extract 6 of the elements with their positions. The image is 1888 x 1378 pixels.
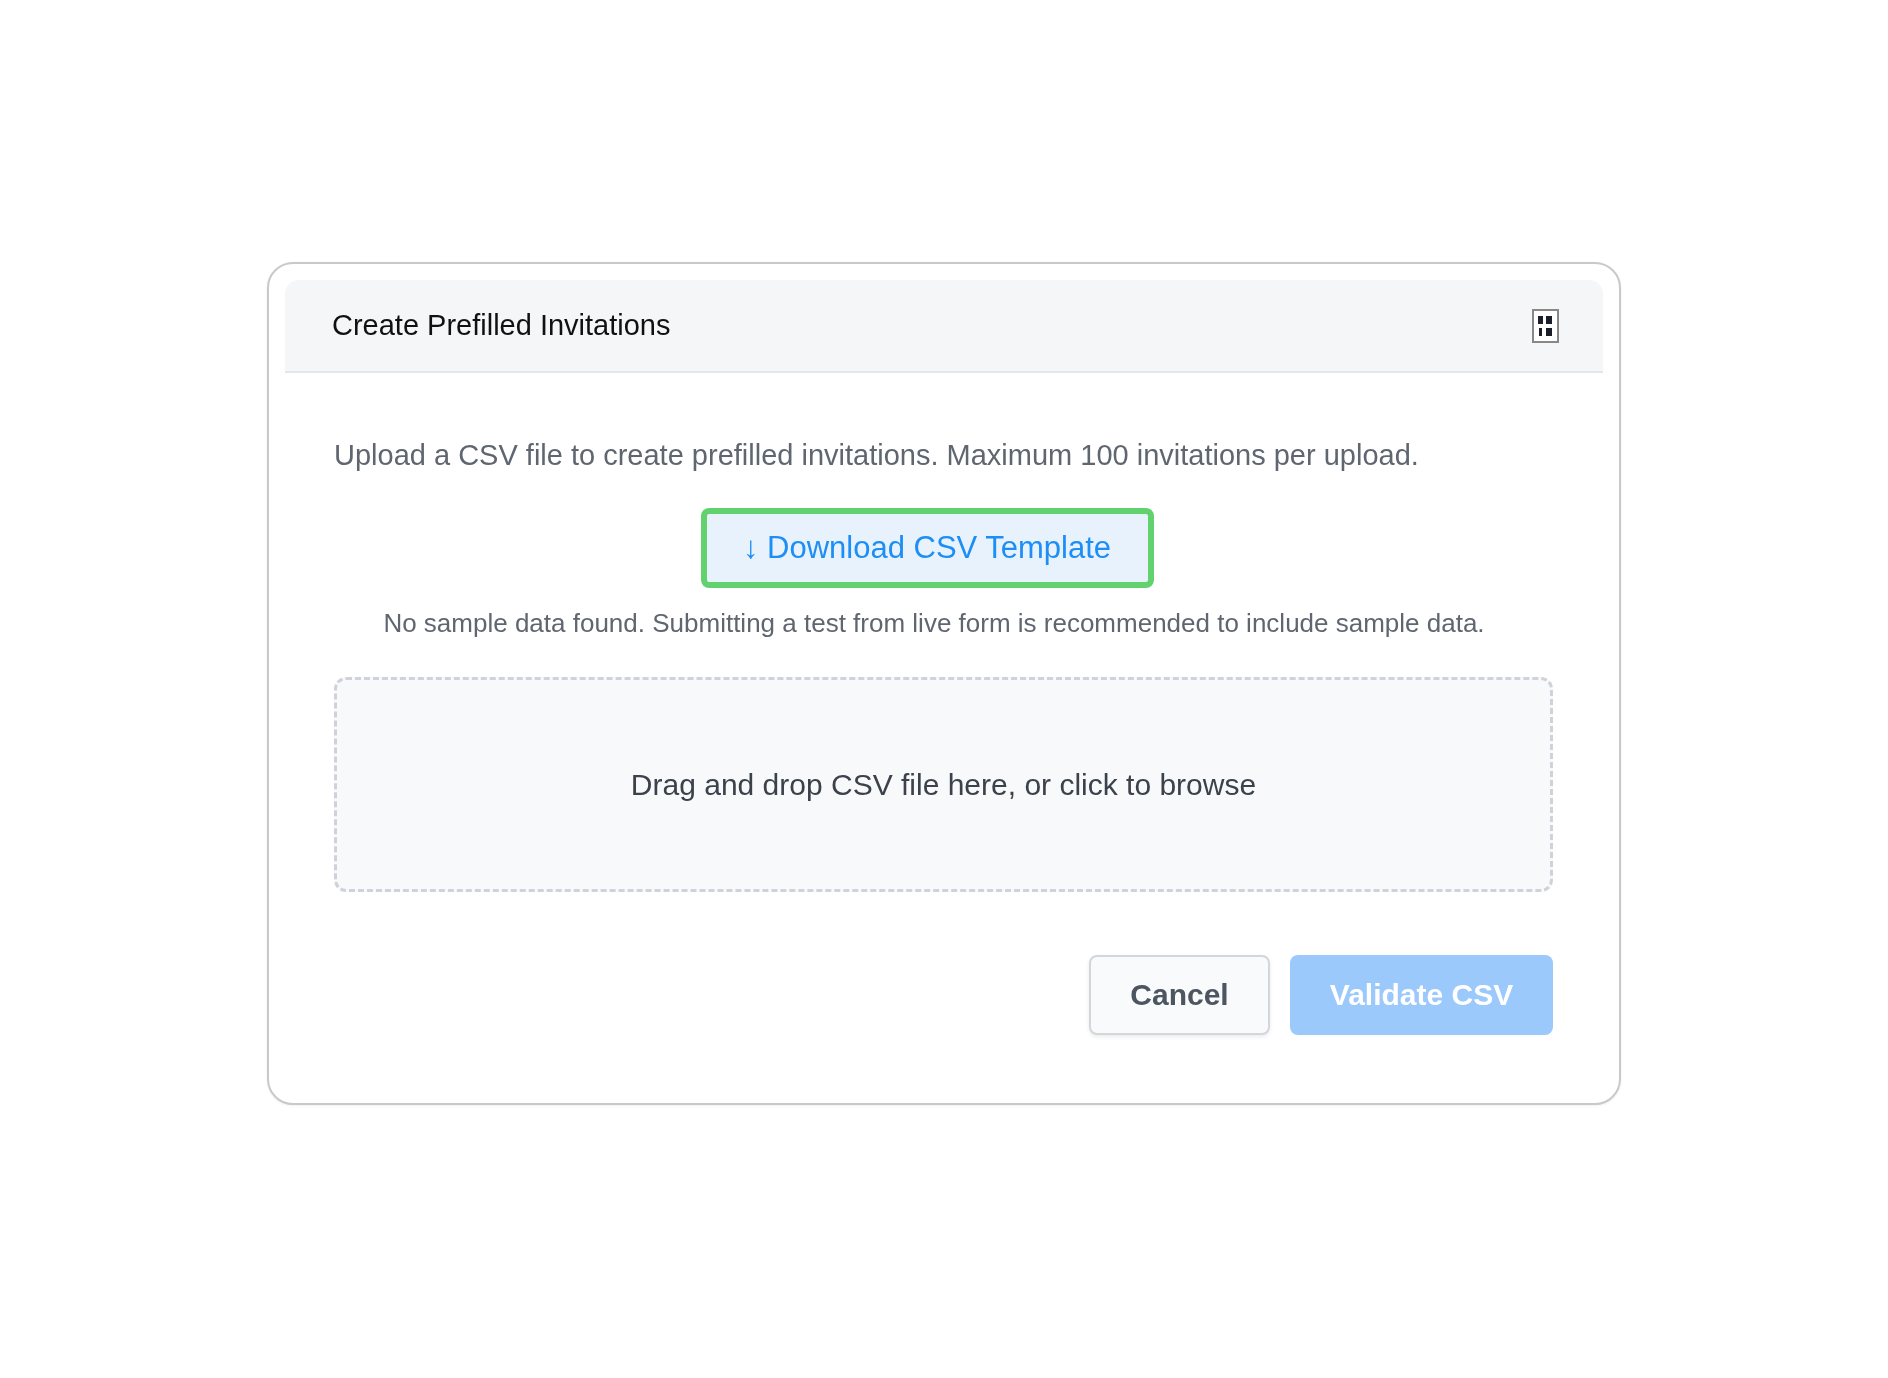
cancel-button[interactable]: Cancel — [1089, 955, 1270, 1035]
dialog-title: Create Prefilled Invitations — [332, 309, 671, 342]
file-drop-zone[interactable]: Drag and drop CSV file here, or click to browse — [334, 677, 1553, 892]
description-text: Upload a CSV file to create prefilled invitations. Maximum 100 invitations per upload. — [334, 439, 1420, 472]
drop-zone-label: Drag and drop CSV file here, or click to browse — [630, 767, 1257, 802]
sample-data-note: No sample data found. Submitting a test from live form is recommended to include sample data. — [382, 608, 1486, 639]
